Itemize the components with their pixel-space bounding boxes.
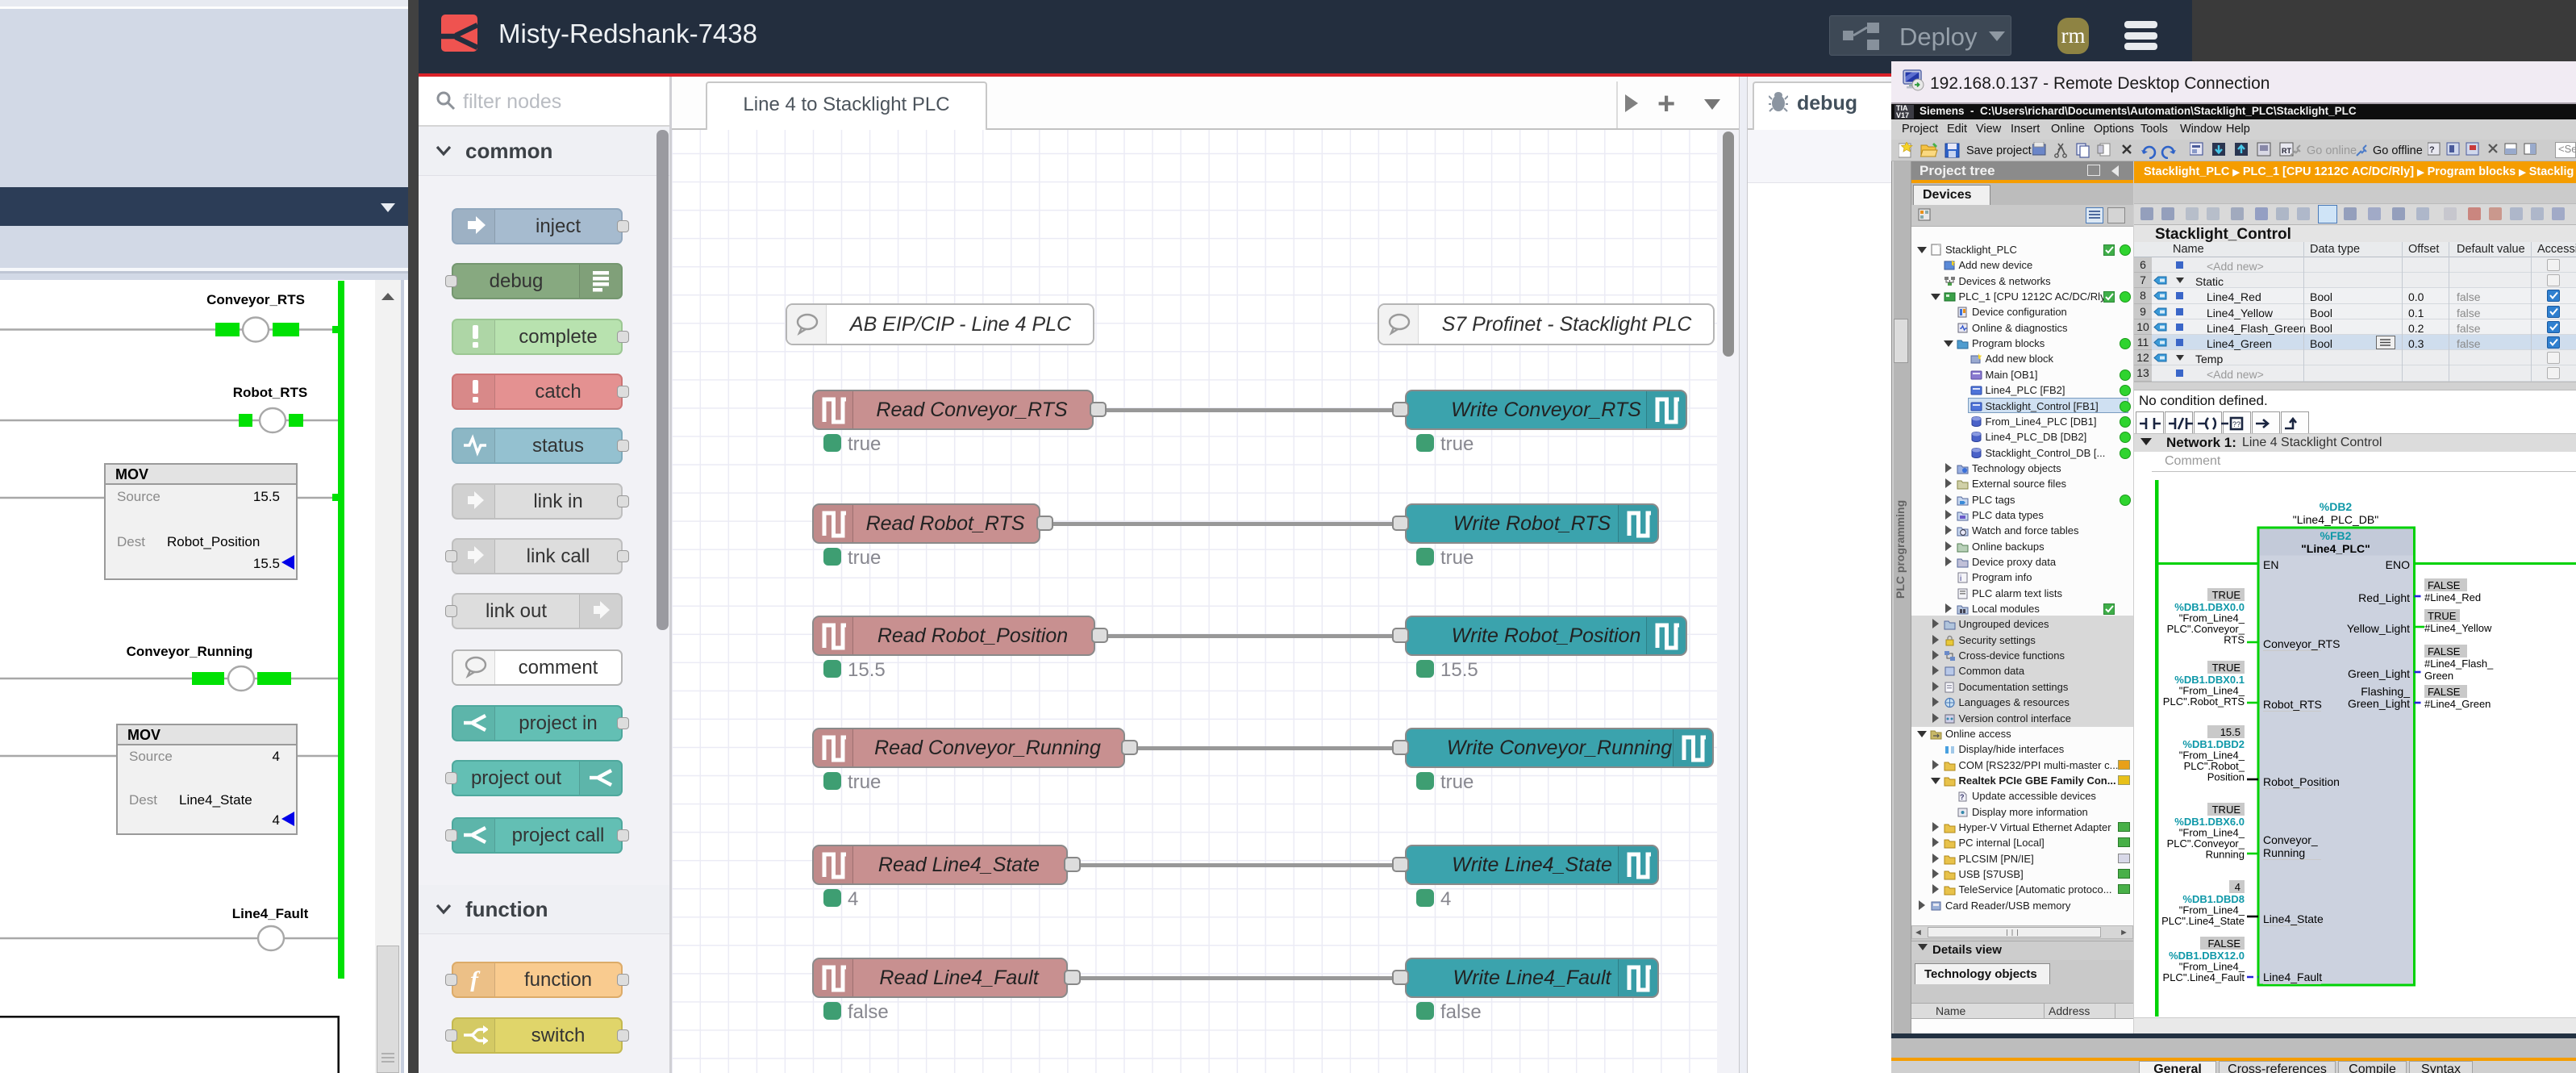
- svg-text:TRUE: TRUE: [2428, 610, 2457, 622]
- svg-text:TRUE: TRUE: [2212, 804, 2241, 816]
- svg-text:15.5: 15.5: [2220, 726, 2240, 738]
- svg-text:Flashing_: Flashing_: [2361, 685, 2410, 698]
- svg-text:?: ?: [2429, 145, 2435, 155]
- svg-text:Running: Running: [2206, 849, 2245, 861]
- svg-text:RTS: RTS: [2224, 634, 2245, 646]
- svg-text:Robot_RTS: Robot_RTS: [2263, 698, 2322, 711]
- svg-text:i: i: [1960, 574, 1961, 583]
- svg-text:PLC".Line4_Fault: PLC".Line4_Fault: [2163, 971, 2245, 983]
- svg-text:Red_Light: Red_Light: [2358, 591, 2410, 604]
- svg-text:ENO: ENO: [2386, 558, 2410, 571]
- svg-text:PLC".Robot_RTS: PLC".Robot_RTS: [2163, 695, 2245, 708]
- svg-text:TRUE: TRUE: [2212, 589, 2241, 601]
- svg-text:Green_Light: Green_Light: [2348, 697, 2410, 710]
- svg-text:4: 4: [2235, 881, 2240, 893]
- svg-text:#Line4_Yellow: #Line4_Yellow: [2424, 622, 2492, 634]
- svg-text:"Line4_PLC_DB": "Line4_PLC_DB": [2293, 513, 2378, 526]
- svg-text:#Line4_Red: #Line4_Red: [2424, 591, 2481, 603]
- svg-text:Line4_Fault: Line4_Fault: [2263, 971, 2322, 983]
- svg-text:FALSE: FALSE: [2208, 937, 2241, 950]
- svg-text:Robot_Position: Robot_Position: [2263, 775, 2340, 788]
- svg-text:FALSE: FALSE: [2428, 579, 2461, 591]
- svg-text:Running: Running: [2263, 846, 2305, 859]
- svg-text:?: ?: [1960, 793, 1965, 801]
- svg-text:Yellow_Light: Yellow_Light: [2347, 622, 2410, 635]
- svg-text:??: ??: [2232, 420, 2240, 428]
- svg-text:FALSE: FALSE: [2428, 645, 2461, 658]
- svg-text:TRUE: TRUE: [2212, 662, 2241, 674]
- svg-text:Line4_State: Line4_State: [2263, 912, 2324, 925]
- svg-text:Position: Position: [2207, 771, 2245, 783]
- svg-text:Green_Light: Green_Light: [2348, 667, 2410, 680]
- svg-text:%DB2: %DB2: [2320, 500, 2353, 513]
- svg-text:"Line4_PLC": "Line4_PLC": [2301, 542, 2370, 555]
- svg-text:#Line4_Green: #Line4_Green: [2424, 698, 2491, 710]
- svg-text:Conveyor_RTS: Conveyor_RTS: [2263, 637, 2340, 650]
- svg-text:%FB2: %FB2: [2320, 529, 2352, 542]
- svg-text:Conveyor_: Conveyor_: [2263, 833, 2318, 846]
- svg-text:FALSE: FALSE: [2428, 686, 2461, 698]
- svg-text:EN: EN: [2263, 558, 2278, 571]
- svg-text:PLC".Line4_State: PLC".Line4_State: [2161, 915, 2245, 927]
- svg-text:Green: Green: [2424, 670, 2453, 682]
- svg-text:f: f: [470, 968, 481, 992]
- svg-text:#Line4_Flash_: #Line4_Flash_: [2424, 658, 2494, 670]
